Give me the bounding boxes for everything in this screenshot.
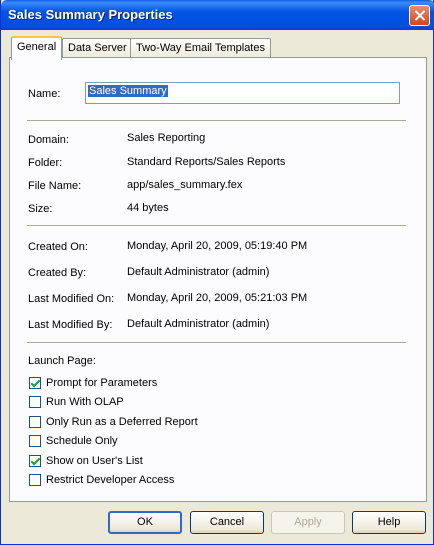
tab-two-way-email-templates[interactable]: Two-Way Email Templates xyxy=(130,38,271,59)
show-on-users-list-checkbox[interactable] xyxy=(29,455,41,467)
title-bar[interactable]: Sales Summary Properties xyxy=(1,0,434,30)
only-run-deferred-checkbox[interactable] xyxy=(29,416,41,428)
close-icon[interactable] xyxy=(409,5,430,26)
apply-button[interactable]: Apply xyxy=(271,511,345,534)
ok-button[interactable]: OK xyxy=(108,511,182,534)
name-field-value: Sales Summary xyxy=(88,85,168,97)
restrict-developer-access-checkbox[interactable] xyxy=(29,474,41,486)
cancel-button[interactable]: Cancel xyxy=(190,511,264,534)
general-tab-panel xyxy=(9,57,427,502)
tab-general[interactable]: General xyxy=(11,36,63,60)
properties-dialog: Sales Summary Properties General Data Se… xyxy=(0,0,434,545)
name-field[interactable]: Sales Summary xyxy=(85,82,400,104)
tab-data-server[interactable]: Data Server xyxy=(62,38,133,59)
schedule-only-checkbox[interactable] xyxy=(29,435,41,447)
help-button[interactable]: Help xyxy=(352,511,426,534)
window-title: Sales Summary Properties xyxy=(8,7,173,22)
run-with-olap-checkbox[interactable] xyxy=(29,396,41,408)
prompt-for-parameters-checkbox[interactable] xyxy=(29,377,41,389)
